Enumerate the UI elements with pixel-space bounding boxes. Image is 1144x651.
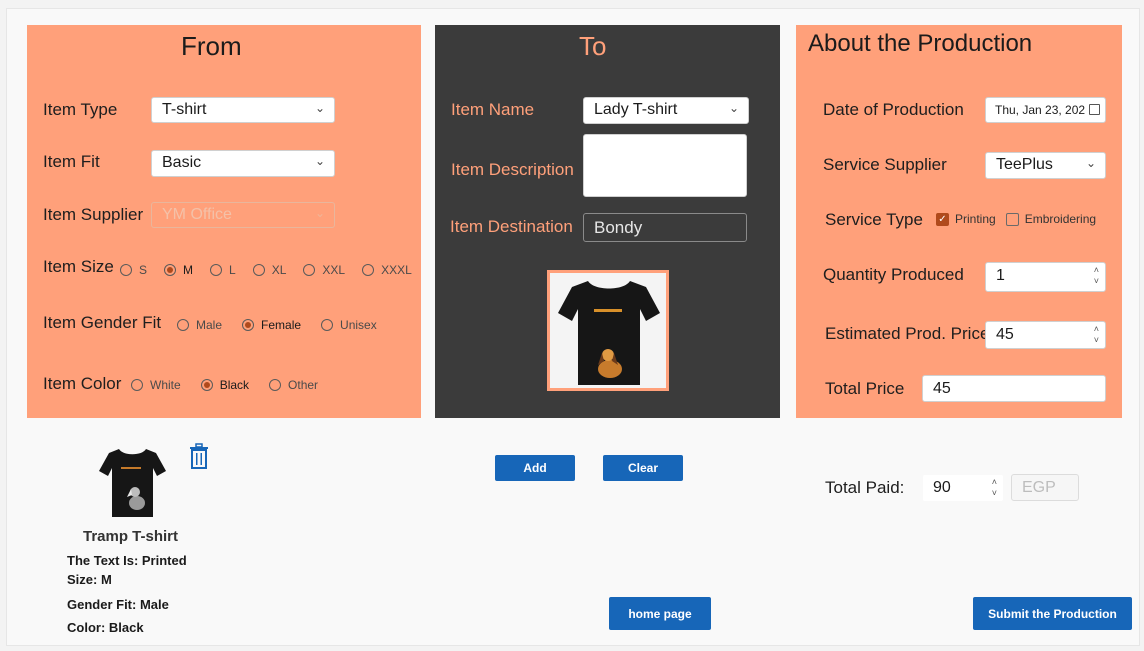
color-radio-black[interactable]: Black [200,378,249,392]
estimated-price-label: Estimated Prod. Price [825,324,990,343]
currency-field: EGP [1011,474,1079,501]
service-supplier-select[interactable]: TeePlus ⌄ [985,152,1106,179]
total-paid-label: Total Paid: [825,478,905,497]
embroidering-checkbox[interactable]: Embroidering [1005,212,1096,226]
tramp-tshirt-icon [99,449,166,517]
color-radio-other[interactable]: Other [269,378,318,392]
item-supplier-select: YM Office ⌄ [151,202,335,228]
calendar-icon[interactable] [1089,104,1100,115]
lady-tshirt-icon [558,281,660,385]
gender-radio-male[interactable]: Male [177,318,222,332]
size-radio-xl[interactable]: XL [252,263,286,277]
size-radio-l[interactable]: L [210,263,236,277]
spinner-arrows-icon[interactable]: ˄ ˅ [992,477,997,499]
submit-production-button[interactable]: Submit the Production [973,597,1132,630]
service-supplier-label: Service Supplier [823,155,947,174]
check-icon: ✓ [936,212,949,226]
item-destination-label: Item Destination [450,217,573,236]
item-destination-field[interactable]: Bondy [583,213,747,242]
date-of-production-label: Date of Production [823,100,964,119]
item-fit-select[interactable]: Basic ⌄ [151,150,335,177]
chevron-down-icon: ⌄ [728,101,739,115]
spinner-arrows-icon[interactable]: ˄ ˅ [1094,324,1099,346]
item-fit-value: Basic [162,154,202,171]
item-supplier-label: Item Supplier [43,205,144,224]
service-supplier-value: TeePlus [996,156,1053,173]
item-description-field[interactable] [583,134,747,197]
item-type-select[interactable]: T-shirt ⌄ [151,97,335,123]
total-price-label: Total Price [825,379,905,398]
add-button[interactable]: Add [495,455,575,481]
service-type-label: Service Type [825,210,923,229]
about-title: About the Production [808,30,1033,57]
item-gender-fit-label: Item Gender Fit [43,313,162,332]
chevron-down-icon: ⌄ [314,206,325,220]
item-color-group: White Black Other [131,378,318,392]
printing-checkbox[interactable]: ✓ Printing [936,212,996,226]
cart-item-color: Color: Black [67,620,144,635]
item-description-label: Item Description [451,160,574,179]
size-radio-xxxl[interactable]: XXXL [362,263,412,277]
chevron-down-icon: ⌄ [314,154,325,168]
date-of-production-picker[interactable]: Thu, Jan 23, 202 [985,97,1106,123]
total-price-field[interactable]: 45 [922,375,1106,402]
cart-item-name: Tramp T-shirt [83,528,179,545]
item-type-value: T-shirt [162,101,207,118]
chevron-down-icon: ⌄ [314,101,325,115]
home-page-button[interactable]: home page [609,597,711,630]
quantity-value: 1 [996,267,1005,284]
from-title: From [181,31,242,61]
total-paid-value: 90 [933,479,951,496]
item-gender-group: Male Female Unisex [177,318,377,332]
quantity-produced-stepper[interactable]: 1 ˄ ˅ [985,262,1106,292]
item-color-label: Item Color [43,374,122,393]
size-radio-m[interactable]: M [164,263,193,277]
tshirt-preview-image [547,270,669,391]
item-name-label: Item Name [451,100,535,119]
clear-button[interactable]: Clear [603,455,683,481]
size-radio-xxl[interactable]: XXL [303,263,345,277]
item-type-label: Item Type [43,100,118,119]
item-size-label: Item Size [43,257,114,276]
to-panel: To Item Name Lady T-shirt ⌄ Item Descrip… [435,25,780,418]
delete-cart-item-button[interactable] [187,443,211,474]
item-size-group: S M L XL XXL XXXL [120,263,412,277]
date-value: Thu, Jan 23, 202 [995,103,1086,117]
trash-icon [190,443,208,469]
item-fit-label: Item Fit [43,152,100,171]
item-supplier-value: YM Office [162,206,232,223]
color-radio-white[interactable]: White [131,378,181,392]
from-panel: From Item Type T-shirt ⌄ Item Fit Basic … [27,25,421,418]
cart-item-image [97,445,167,519]
estimated-price-value: 45 [996,326,1014,343]
total-paid-stepper[interactable]: 90 ˄ ˅ [922,474,1004,502]
item-name-select[interactable]: Lady T-shirt ⌄ [583,97,749,124]
gender-radio-female[interactable]: Female [242,318,301,332]
service-type-group: ✓ Printing Embroidering [936,212,1096,226]
item-name-value: Lady T-shirt [594,101,678,118]
estimated-price-stepper[interactable]: 45 ˄ ˅ [985,321,1106,349]
spinner-arrows-icon[interactable]: ˄ ˅ [1094,265,1099,287]
to-title: To [579,31,607,61]
size-radio-s[interactable]: S [120,263,147,277]
cart-item-gender-fit: Gender Fit: Male [67,597,169,612]
cart-item-size: Size: M [67,572,112,587]
gender-radio-unisex[interactable]: Unisex [321,318,377,332]
quantity-produced-label: Quantity Produced [823,265,964,284]
chevron-down-icon: ⌄ [1085,156,1096,170]
about-panel: About the Production Date of Production … [796,25,1122,418]
cart-item-text: The Text Is: Printed [67,553,187,568]
